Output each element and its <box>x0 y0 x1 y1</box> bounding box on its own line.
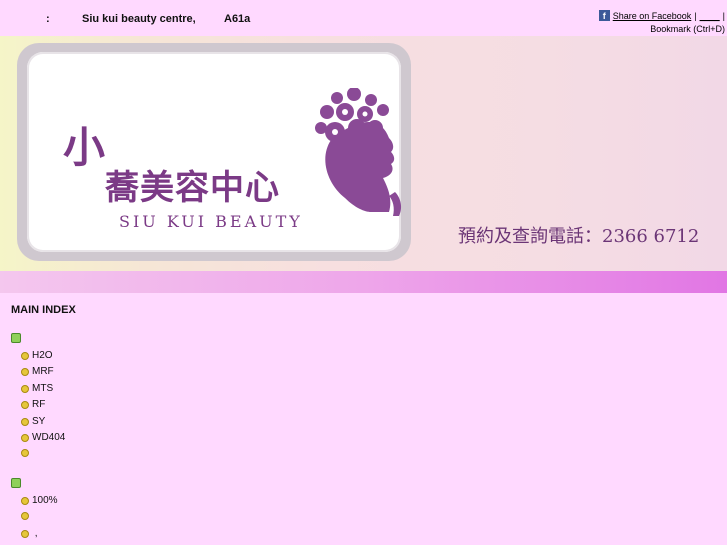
separator: | <box>694 10 697 21</box>
bullet-icon <box>21 384 29 393</box>
banner-stripe <box>0 271 727 293</box>
booking-phone: 預約及查詢電話：2366 6712 <box>458 226 700 247</box>
bookmark-link[interactable]: Bookmark (Ctrl+D) <box>650 24 725 34</box>
nav-item-mrf[interactable]: MRF <box>21 366 54 377</box>
nav-item-rf[interactable]: RF <box>21 399 45 410</box>
bullet-icon <box>21 529 29 538</box>
nav-item-unlabeled[interactable] <box>21 449 32 457</box>
nav-item-label: , <box>32 528 38 539</box>
business-name: Siu kui beauty centre, <box>82 13 196 25</box>
bullet-icon <box>21 367 29 376</box>
nav-item-mts[interactable]: MTS <box>21 383 53 394</box>
header-colon: : <box>46 13 50 25</box>
bullet-icon <box>21 496 29 505</box>
nav-item-label: WD404 <box>32 432 66 443</box>
folder-icon[interactable] <box>11 478 21 488</box>
bullet-icon <box>21 351 29 360</box>
header-banner: 小 蕎美容中心 SIU KUI BEAUTY 預約及查詢電話：2366 6712 <box>0 36 727 271</box>
bullet-icon <box>21 512 29 520</box>
nav-item-unlabeled[interactable] <box>21 512 32 520</box>
bullet-icon <box>21 433 29 442</box>
logo-english: SIU KUI BEAUTY <box>119 212 303 231</box>
nav-item-label: H2O <box>32 350 53 361</box>
business-code: A61a <box>224 13 251 25</box>
main-content: MAIN INDEX H2O MRF MTS RF SY WD404 100% <box>0 293 727 545</box>
top-bar: : Siu kui beauty centre, A61a f Share on… <box>0 0 727 36</box>
logo-frame: 小 蕎美容中心 SIU KUI BEAUTY <box>17 43 411 261</box>
nav-item-label: MTS <box>32 383 54 394</box>
blank-link[interactable]: ____ <box>700 11 720 21</box>
share-links: f Share on Facebook | ____ | <box>598 10 725 21</box>
folder-icon[interactable] <box>11 333 21 343</box>
facebook-icon[interactable]: f <box>598 10 610 21</box>
bullet-icon <box>21 417 29 426</box>
bullet-icon <box>21 400 29 409</box>
nav-item-label: 100% <box>32 495 58 506</box>
nav-item-unlabeled[interactable]: , <box>21 528 38 539</box>
logo-panel: 小 蕎美容中心 SIU KUI BEAUTY <box>27 52 402 252</box>
logo-chinese-main: 蕎美容中心 <box>105 168 280 208</box>
nav-item-wd404[interactable]: WD404 <box>21 432 65 443</box>
bullet-icon <box>21 449 29 457</box>
nav-item-label: SY <box>32 416 46 427</box>
nav-item-label: RF <box>32 399 46 410</box>
nav-item-100-percent[interactable]: 100% <box>21 495 58 506</box>
logo-chinese-small: 小 <box>63 123 106 172</box>
nav-item-h2o[interactable]: H2O <box>21 350 53 361</box>
woman-silhouette-icon <box>315 88 402 216</box>
separator: | <box>722 10 725 21</box>
main-index-heading: MAIN INDEX <box>11 304 76 316</box>
nav-item-label: MRF <box>32 366 54 377</box>
share-facebook-link[interactable]: Share on Facebook <box>613 11 692 21</box>
nav-item-sy[interactable]: SY <box>21 416 45 427</box>
